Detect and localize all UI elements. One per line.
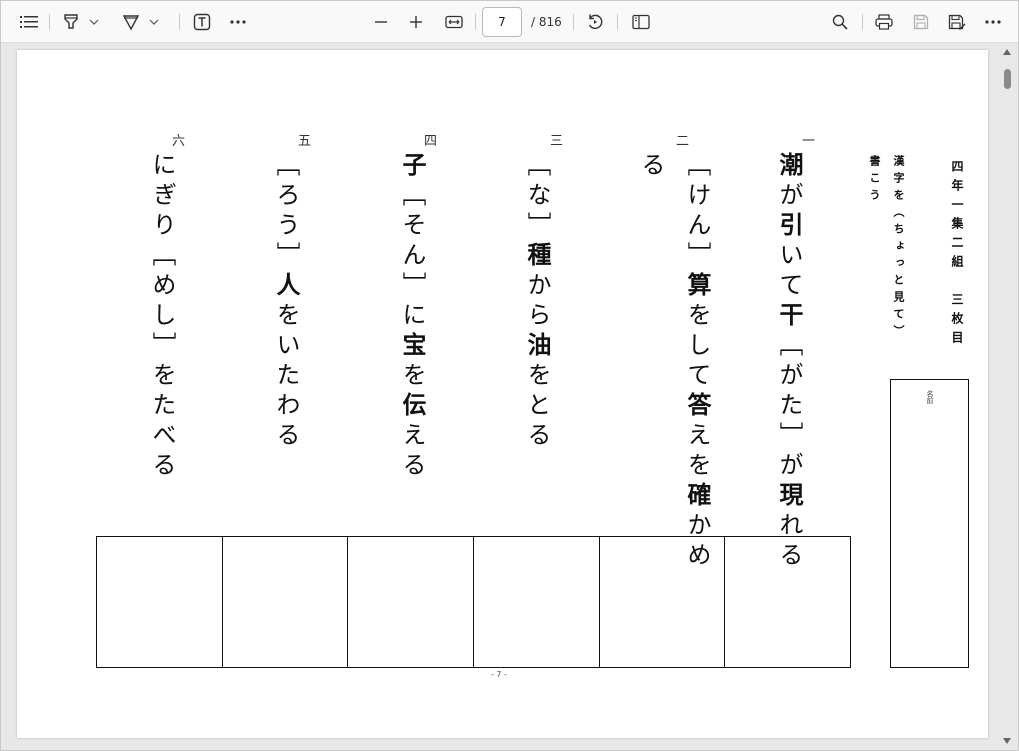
scroll-down-icon[interactable] bbox=[1003, 738, 1011, 744]
question-text-part: 宝 bbox=[398, 332, 426, 362]
question-text-part: をとる bbox=[523, 362, 551, 452]
answer-box-4[interactable] bbox=[347, 537, 473, 667]
worksheet-title: 四年一集二組 三枚目 bbox=[950, 160, 964, 350]
question-text-part: から bbox=[523, 272, 551, 332]
question-text-continuation: る bbox=[637, 152, 665, 182]
page-number-input[interactable]: 7 bbox=[482, 7, 522, 37]
fit-width-icon[interactable] bbox=[441, 9, 467, 35]
page-footer: - 7 - bbox=[491, 670, 507, 679]
question-number: 五 bbox=[298, 134, 312, 149]
rotate-icon[interactable] bbox=[583, 9, 607, 35]
question-text-part: をいたわる bbox=[272, 302, 300, 452]
question-text: ［ろう］人をいたわる bbox=[272, 152, 300, 452]
answer-box-6[interactable] bbox=[97, 537, 222, 667]
question-text-part: をして bbox=[683, 302, 711, 392]
search-icon[interactable] bbox=[828, 9, 852, 35]
question-text-part: ［ろう］ bbox=[272, 152, 300, 272]
question-text-part: 種 bbox=[523, 242, 551, 272]
worksheet-instruction: 漢字を（ちょっと見て） bbox=[892, 155, 905, 342]
question-text: 子［そん］に宝を伝える bbox=[398, 152, 426, 482]
chevron-down-icon[interactable] bbox=[147, 9, 161, 35]
page-view-icon[interactable] bbox=[629, 9, 653, 35]
answer-grid bbox=[96, 536, 851, 668]
question-number: 三 bbox=[550, 134, 564, 149]
question-number: 六 bbox=[172, 134, 186, 149]
question-text-part: 潮 bbox=[775, 152, 803, 182]
more-icon[interactable] bbox=[225, 9, 251, 35]
more-icon[interactable] bbox=[980, 9, 1006, 35]
question-text-part: にぎり［めし］をたべる bbox=[148, 152, 176, 482]
question-text-part: 油 bbox=[523, 332, 551, 362]
question-text-part: 答 bbox=[683, 392, 711, 422]
question-text-part: 算 bbox=[683, 272, 711, 302]
document-viewport[interactable]: 四年一集二組 三枚目 漢字を（ちょっと見て） 書こう 名前 一 二 三 四 五 … bbox=[1, 44, 1018, 750]
zoom-in-icon[interactable] bbox=[404, 9, 428, 35]
answer-box-3[interactable] bbox=[473, 537, 599, 667]
question-text-part: いて bbox=[775, 242, 803, 302]
question-text-part: ［けん］ bbox=[683, 152, 711, 272]
question-text-part: 確 bbox=[683, 482, 711, 512]
question-text-part: えを bbox=[683, 422, 711, 482]
question-text: ［な］種から油をとる bbox=[523, 152, 551, 452]
pdf-page: 四年一集二組 三枚目 漢字を（ちょっと見て） 書こう 名前 一 二 三 四 五 … bbox=[17, 50, 988, 738]
vertical-scrollbar[interactable] bbox=[1000, 44, 1016, 748]
draw-icon[interactable] bbox=[119, 9, 143, 35]
scroll-up-icon[interactable] bbox=[1003, 49, 1011, 55]
question-number: 二 bbox=[676, 134, 690, 149]
print-icon[interactable] bbox=[872, 9, 896, 35]
text-box-icon[interactable] bbox=[189, 9, 215, 35]
question-text-part: 引 bbox=[775, 212, 803, 242]
save-as-icon[interactable] bbox=[945, 9, 969, 35]
question-text-part: が bbox=[775, 182, 803, 212]
answer-box-1[interactable] bbox=[724, 537, 850, 667]
name-label: 名前 bbox=[926, 390, 934, 404]
question-text-part: ［そん］に bbox=[398, 182, 426, 332]
question-text-part: 伝 bbox=[398, 392, 426, 422]
answer-box-2[interactable] bbox=[598, 537, 725, 667]
zoom-out-icon[interactable] bbox=[369, 9, 393, 35]
scroll-thumb[interactable] bbox=[1004, 69, 1011, 89]
question-text-part: 子 bbox=[398, 152, 426, 182]
question-text-part: 干 bbox=[775, 302, 803, 332]
question-number: 一 bbox=[802, 134, 816, 149]
question-text-part: 現 bbox=[775, 482, 803, 512]
question-text-part: 人 bbox=[272, 272, 300, 302]
question-text: ［けん］算をして答えを確かめ bbox=[683, 152, 711, 572]
question-text: にぎり［めし］をたべる bbox=[148, 152, 176, 482]
question-text-part: ［がた］が bbox=[775, 332, 803, 482]
question-text: 潮が引いて干［がた］が現れる bbox=[775, 152, 803, 572]
page-total: / 816 bbox=[531, 15, 562, 29]
question-number: 四 bbox=[424, 134, 438, 149]
question-text-part: を bbox=[398, 362, 426, 392]
toolbar: 7 / 816 bbox=[1, 1, 1018, 43]
name-box: 名前 bbox=[890, 379, 969, 668]
answer-box-5[interactable] bbox=[221, 537, 348, 667]
worksheet-instruction-cont: 書こう bbox=[868, 155, 881, 206]
highlighter-icon[interactable] bbox=[59, 9, 83, 35]
question-text-part: ［な］ bbox=[523, 152, 551, 242]
pdf-viewer-window: 7 / 816 四年一集二組 三枚目 漢字を（ちょっと見て） 書こう 名前 一 … bbox=[0, 0, 1019, 751]
chevron-down-icon[interactable] bbox=[87, 9, 101, 35]
save-icon[interactable] bbox=[909, 9, 933, 35]
list-icon[interactable] bbox=[17, 9, 41, 35]
question-text-part: える bbox=[398, 422, 426, 482]
